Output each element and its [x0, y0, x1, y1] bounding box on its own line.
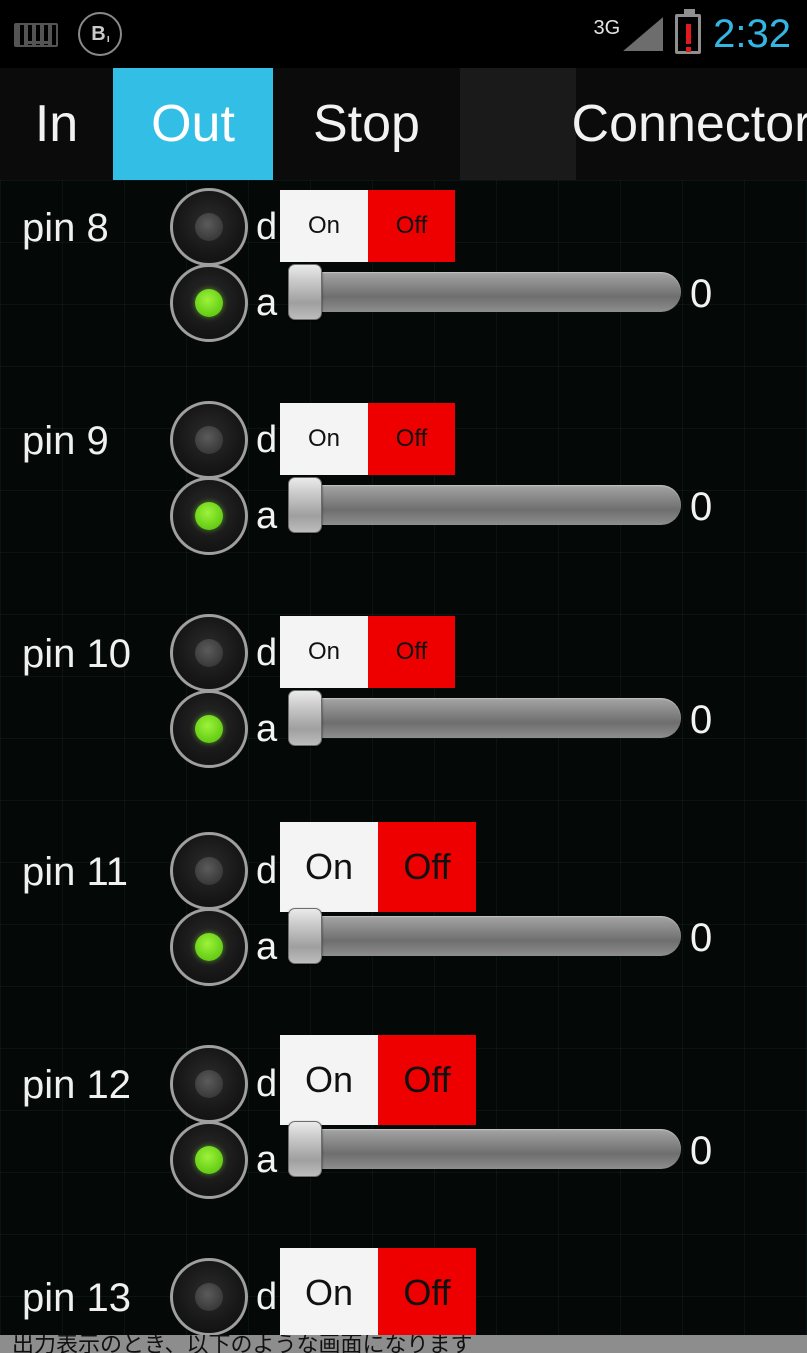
keyboard-icon	[14, 19, 58, 49]
analog-value: 0	[690, 485, 713, 529]
app-badge-letter: B	[91, 22, 106, 45]
network-label: 3G	[593, 17, 621, 39]
analog-letter: a	[256, 926, 278, 968]
toggle-off-segment[interactable]: Off	[378, 1035, 476, 1125]
page-caption: 出力表示のとき、以下のような画面になります	[0, 1335, 807, 1353]
slider-thumb[interactable]	[288, 908, 322, 964]
digital-led-indicator	[170, 832, 248, 910]
analog-letter: a	[256, 282, 278, 324]
toggle-on-segment[interactable]: On	[280, 616, 368, 688]
pin-led-group	[170, 1045, 254, 1203]
table-row: pin 10 d a On Off 0	[0, 610, 807, 768]
battery-low-icon	[675, 9, 702, 54]
tab-connector-spacer[interactable]	[460, 68, 576, 180]
slider-thumb[interactable]	[288, 690, 322, 746]
pin-label: pin 13	[22, 1276, 131, 1320]
analog-slider[interactable]: 0	[288, 477, 712, 533]
digital-toggle[interactable]: On Off	[280, 1035, 476, 1125]
analog-led-indicator	[170, 1121, 248, 1199]
digital-led-indicator	[170, 1045, 248, 1123]
app-badge-sub: ı	[106, 33, 110, 45]
table-row: pin 8 d a On Off 0	[0, 184, 807, 342]
analog-letter: a	[256, 495, 278, 537]
table-row: pin 11 d a On Off 0	[0, 822, 807, 986]
pin-label: pin 10	[22, 632, 131, 676]
pin-label: pin 12	[22, 1063, 131, 1107]
digital-letter: d	[256, 850, 278, 892]
analog-value: 0	[690, 1129, 713, 1173]
toggle-off-segment[interactable]: Off	[368, 403, 455, 475]
slider-track[interactable]	[288, 916, 681, 956]
toggle-on-segment[interactable]: On	[280, 403, 368, 475]
analog-letter: a	[256, 1139, 278, 1181]
toggle-on-segment[interactable]: On	[280, 1035, 378, 1125]
pin-label: pin 11	[22, 850, 129, 894]
digital-letter: d	[256, 206, 278, 248]
analog-slider[interactable]: 0	[288, 1121, 712, 1177]
phone-screen: Bı 3G 2:32 In Out Stop Connector pin 8 d…	[0, 0, 807, 1353]
digital-toggle[interactable]: On Off	[280, 822, 476, 912]
toggle-off-segment[interactable]: Off	[378, 822, 476, 912]
slider-thumb[interactable]	[288, 477, 322, 533]
clock: 2:32	[713, 12, 791, 56]
analog-slider[interactable]: 0	[288, 264, 712, 320]
status-bar: Bı 3G 2:32	[0, 0, 807, 68]
pin-led-group	[170, 188, 254, 346]
battery-warning-mark	[685, 24, 691, 52]
analog-led-indicator	[170, 690, 248, 768]
digital-led-indicator	[170, 401, 248, 479]
tab-in[interactable]: In	[0, 68, 113, 180]
toggle-on-segment[interactable]: On	[280, 822, 378, 912]
pin-label: pin 9	[22, 419, 109, 463]
slider-track[interactable]	[288, 272, 681, 312]
toggle-on-segment[interactable]: On	[280, 1248, 378, 1338]
analog-slider[interactable]: 0	[288, 908, 712, 964]
toggle-on-segment[interactable]: On	[280, 190, 368, 262]
digital-toggle[interactable]: On Off	[280, 190, 455, 262]
status-bar-left: Bı	[0, 12, 122, 56]
digital-toggle[interactable]: On Off	[280, 1248, 476, 1338]
tab-connector[interactable]: Connector	[572, 68, 807, 180]
toggle-off-segment[interactable]: Off	[368, 616, 455, 688]
toggle-off-segment[interactable]: Off	[368, 190, 455, 262]
pin-list[interactable]: pin 8 d a On Off 0 pin 9 d a On Off 0 pi…	[0, 180, 807, 1353]
analog-slider[interactable]: 0	[288, 690, 712, 746]
tab-out[interactable]: Out	[113, 68, 273, 180]
digital-led-indicator	[170, 188, 248, 266]
analog-value: 0	[690, 272, 713, 316]
analog-value: 0	[690, 916, 713, 960]
digital-led-indicator	[170, 1258, 248, 1336]
slider-track[interactable]	[288, 485, 681, 525]
digital-toggle[interactable]: On Off	[280, 616, 455, 688]
digital-letter: d	[256, 632, 278, 674]
pin-led-group	[170, 401, 254, 559]
analog-led-indicator	[170, 264, 248, 342]
digital-toggle[interactable]: On Off	[280, 403, 455, 475]
slider-track[interactable]	[288, 1129, 681, 1169]
signal-bars-icon: 3G	[593, 17, 664, 51]
slider-thumb[interactable]	[288, 264, 322, 320]
status-bar-right: 3G 2:32	[593, 9, 807, 56]
app-badge-icon: Bı	[78, 12, 122, 56]
analog-letter: a	[256, 708, 278, 750]
toggle-off-segment[interactable]: Off	[378, 1248, 476, 1338]
signal-triangle	[623, 17, 664, 51]
analog-value: 0	[690, 698, 713, 742]
slider-track[interactable]	[288, 698, 681, 738]
slider-thumb[interactable]	[288, 1121, 322, 1177]
pin-led-group	[170, 614, 254, 772]
digital-led-indicator	[170, 614, 248, 692]
analog-led-indicator	[170, 908, 248, 986]
digital-letter: d	[256, 1063, 278, 1105]
pin-led-group	[170, 832, 254, 990]
tab-bar: In Out Stop Connector	[0, 68, 807, 180]
pin-label: pin 8	[22, 206, 109, 250]
digital-letter: d	[256, 1276, 278, 1318]
table-row: pin 9 d a On Off 0	[0, 397, 807, 555]
tab-stop[interactable]: Stop	[273, 68, 460, 180]
analog-led-indicator	[170, 477, 248, 555]
digital-letter: d	[256, 419, 278, 461]
table-row: pin 12 d a On Off 0	[0, 1035, 807, 1199]
